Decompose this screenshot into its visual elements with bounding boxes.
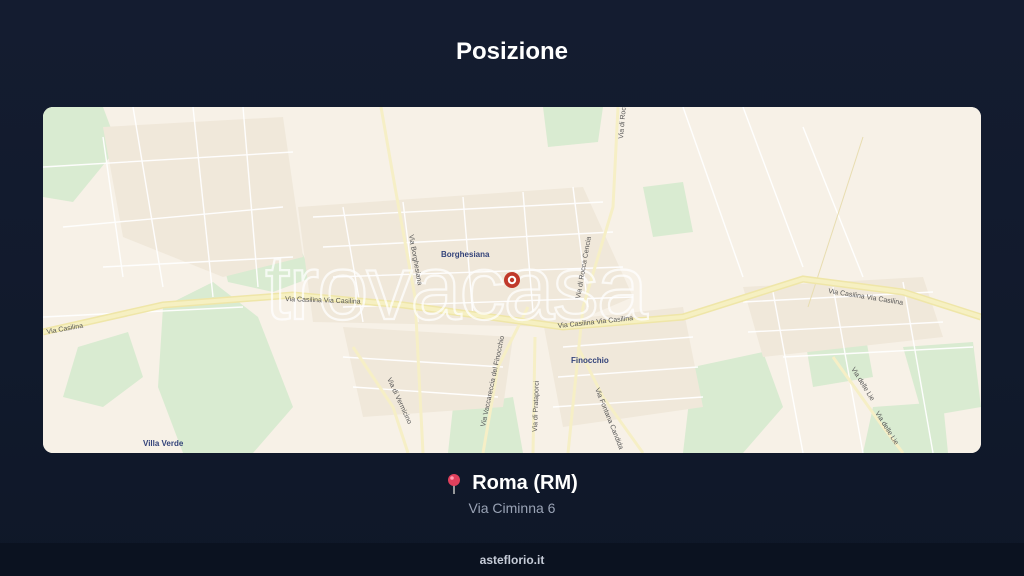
footer-site-link[interactable]: asteflorio.it [480, 553, 545, 567]
footer: asteflorio.it [0, 543, 1024, 576]
location-row: Roma (RM) [0, 472, 1024, 495]
label-borghesiana: Borghesiana [441, 250, 490, 259]
map-marker-icon[interactable] [504, 272, 520, 288]
location-address: Via Ciminna 6 [468, 500, 556, 516]
page-title: Posizione [455, 38, 569, 65]
location-city: Roma (RM) [472, 472, 578, 494]
label-finocchio: Finocchio [571, 356, 609, 365]
map-view[interactable]: trovacasa Borghesiana Finocchio Villa Ve… [43, 107, 981, 453]
pin-icon [448, 473, 461, 494]
map-canvas[interactable]: trovacasa Borghesiana Finocchio Villa Ve… [43, 107, 981, 453]
label-villa-verde: Villa Verde [143, 439, 184, 448]
